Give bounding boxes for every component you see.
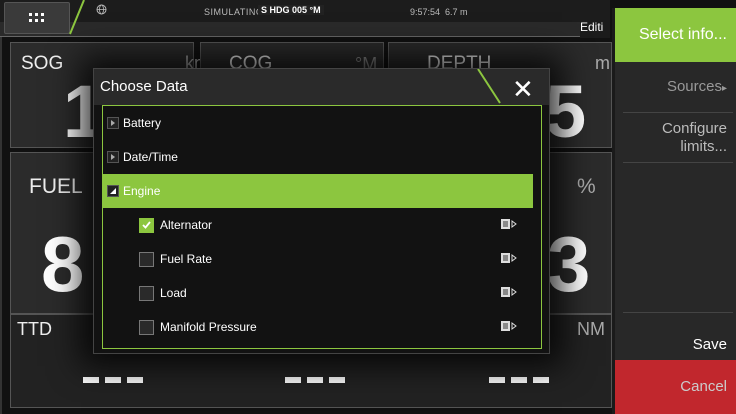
checkbox[interactable] xyxy=(139,319,154,335)
globe-icon xyxy=(96,4,107,17)
fuel-percent-value: 3 xyxy=(547,220,593,308)
heading-readout: S HDG 005 °M xyxy=(258,5,324,15)
configure-limits-button[interactable]: Configure limits... xyxy=(615,120,736,156)
fuel-label: FUEL xyxy=(29,175,83,198)
status-bar: SIMULATING... S HDG 005 °M 9:57:54 6.7 m xyxy=(0,0,610,23)
depth-unit: m xyxy=(595,53,610,73)
choose-data-dialog: Choose Data ✕ Battery Date/Time Engine A… xyxy=(93,68,550,354)
list-item-alternator[interactable]: Alternator xyxy=(103,208,533,242)
select-info-button[interactable]: Select info... xyxy=(615,8,736,62)
context-menu: Select info... Sources▸ Configure limits… xyxy=(612,8,736,414)
list-item-datetime[interactable]: Date/Time xyxy=(103,140,533,174)
ttd-label: TTD xyxy=(17,319,52,339)
ttd-dashes-2 xyxy=(285,377,345,383)
home-menu-button[interactable] xyxy=(4,2,70,34)
divider xyxy=(623,312,733,313)
collapse-icon xyxy=(107,185,119,197)
grid-icon xyxy=(29,13,44,22)
divider xyxy=(623,162,733,163)
display-options-icon[interactable] xyxy=(501,219,517,229)
expand-icon xyxy=(107,117,119,129)
data-list[interactable]: Battery Date/Time Engine Alternator Fuel… xyxy=(102,105,542,349)
list-item-load[interactable]: Load xyxy=(103,276,533,310)
checkbox[interactable] xyxy=(139,285,154,301)
checkbox-checked[interactable] xyxy=(139,217,154,233)
display-options-icon[interactable] xyxy=(501,253,517,263)
sources-button[interactable]: Sources▸ xyxy=(615,78,736,95)
expand-icon xyxy=(107,151,119,163)
display-options-icon[interactable] xyxy=(501,287,517,297)
ttd-unit: NM xyxy=(577,319,605,339)
depth-value: 5 xyxy=(545,70,589,153)
close-icon[interactable]: ✕ xyxy=(512,74,534,105)
chevron-right-icon: ▸ xyxy=(721,83,727,94)
fuel-percent-unit: % xyxy=(577,175,596,198)
left-edge xyxy=(0,0,2,414)
divider xyxy=(623,112,733,113)
checkbox[interactable] xyxy=(139,251,154,267)
fuel-value: 8 xyxy=(41,220,87,308)
scrollbar[interactable] xyxy=(541,107,542,181)
dialog-slash-decoration xyxy=(477,69,501,104)
list-item-manifold-pressure[interactable]: Manifold Pressure xyxy=(103,310,533,344)
display-options-icon[interactable] xyxy=(501,321,517,331)
sog-label: SOG xyxy=(21,53,64,74)
dialog-title: Choose Data xyxy=(100,78,188,95)
time-readout: 9:57:54 6.7 m xyxy=(410,7,468,17)
cancel-button[interactable]: Cancel xyxy=(615,360,736,414)
ttd-dashes-3 xyxy=(489,377,549,383)
list-item-fuel-rate[interactable]: Fuel Rate xyxy=(103,242,533,276)
edit-tab[interactable]: Editi xyxy=(580,20,610,38)
header-stripe xyxy=(0,22,610,37)
dialog-header: Choose Data ✕ xyxy=(94,69,549,105)
save-button[interactable]: Save xyxy=(615,326,736,364)
list-item-engine[interactable]: Engine xyxy=(103,174,533,208)
menu-slash-decoration xyxy=(69,0,85,35)
ttd-dashes-1 xyxy=(83,377,143,383)
list-item-battery[interactable]: Battery xyxy=(103,106,533,140)
